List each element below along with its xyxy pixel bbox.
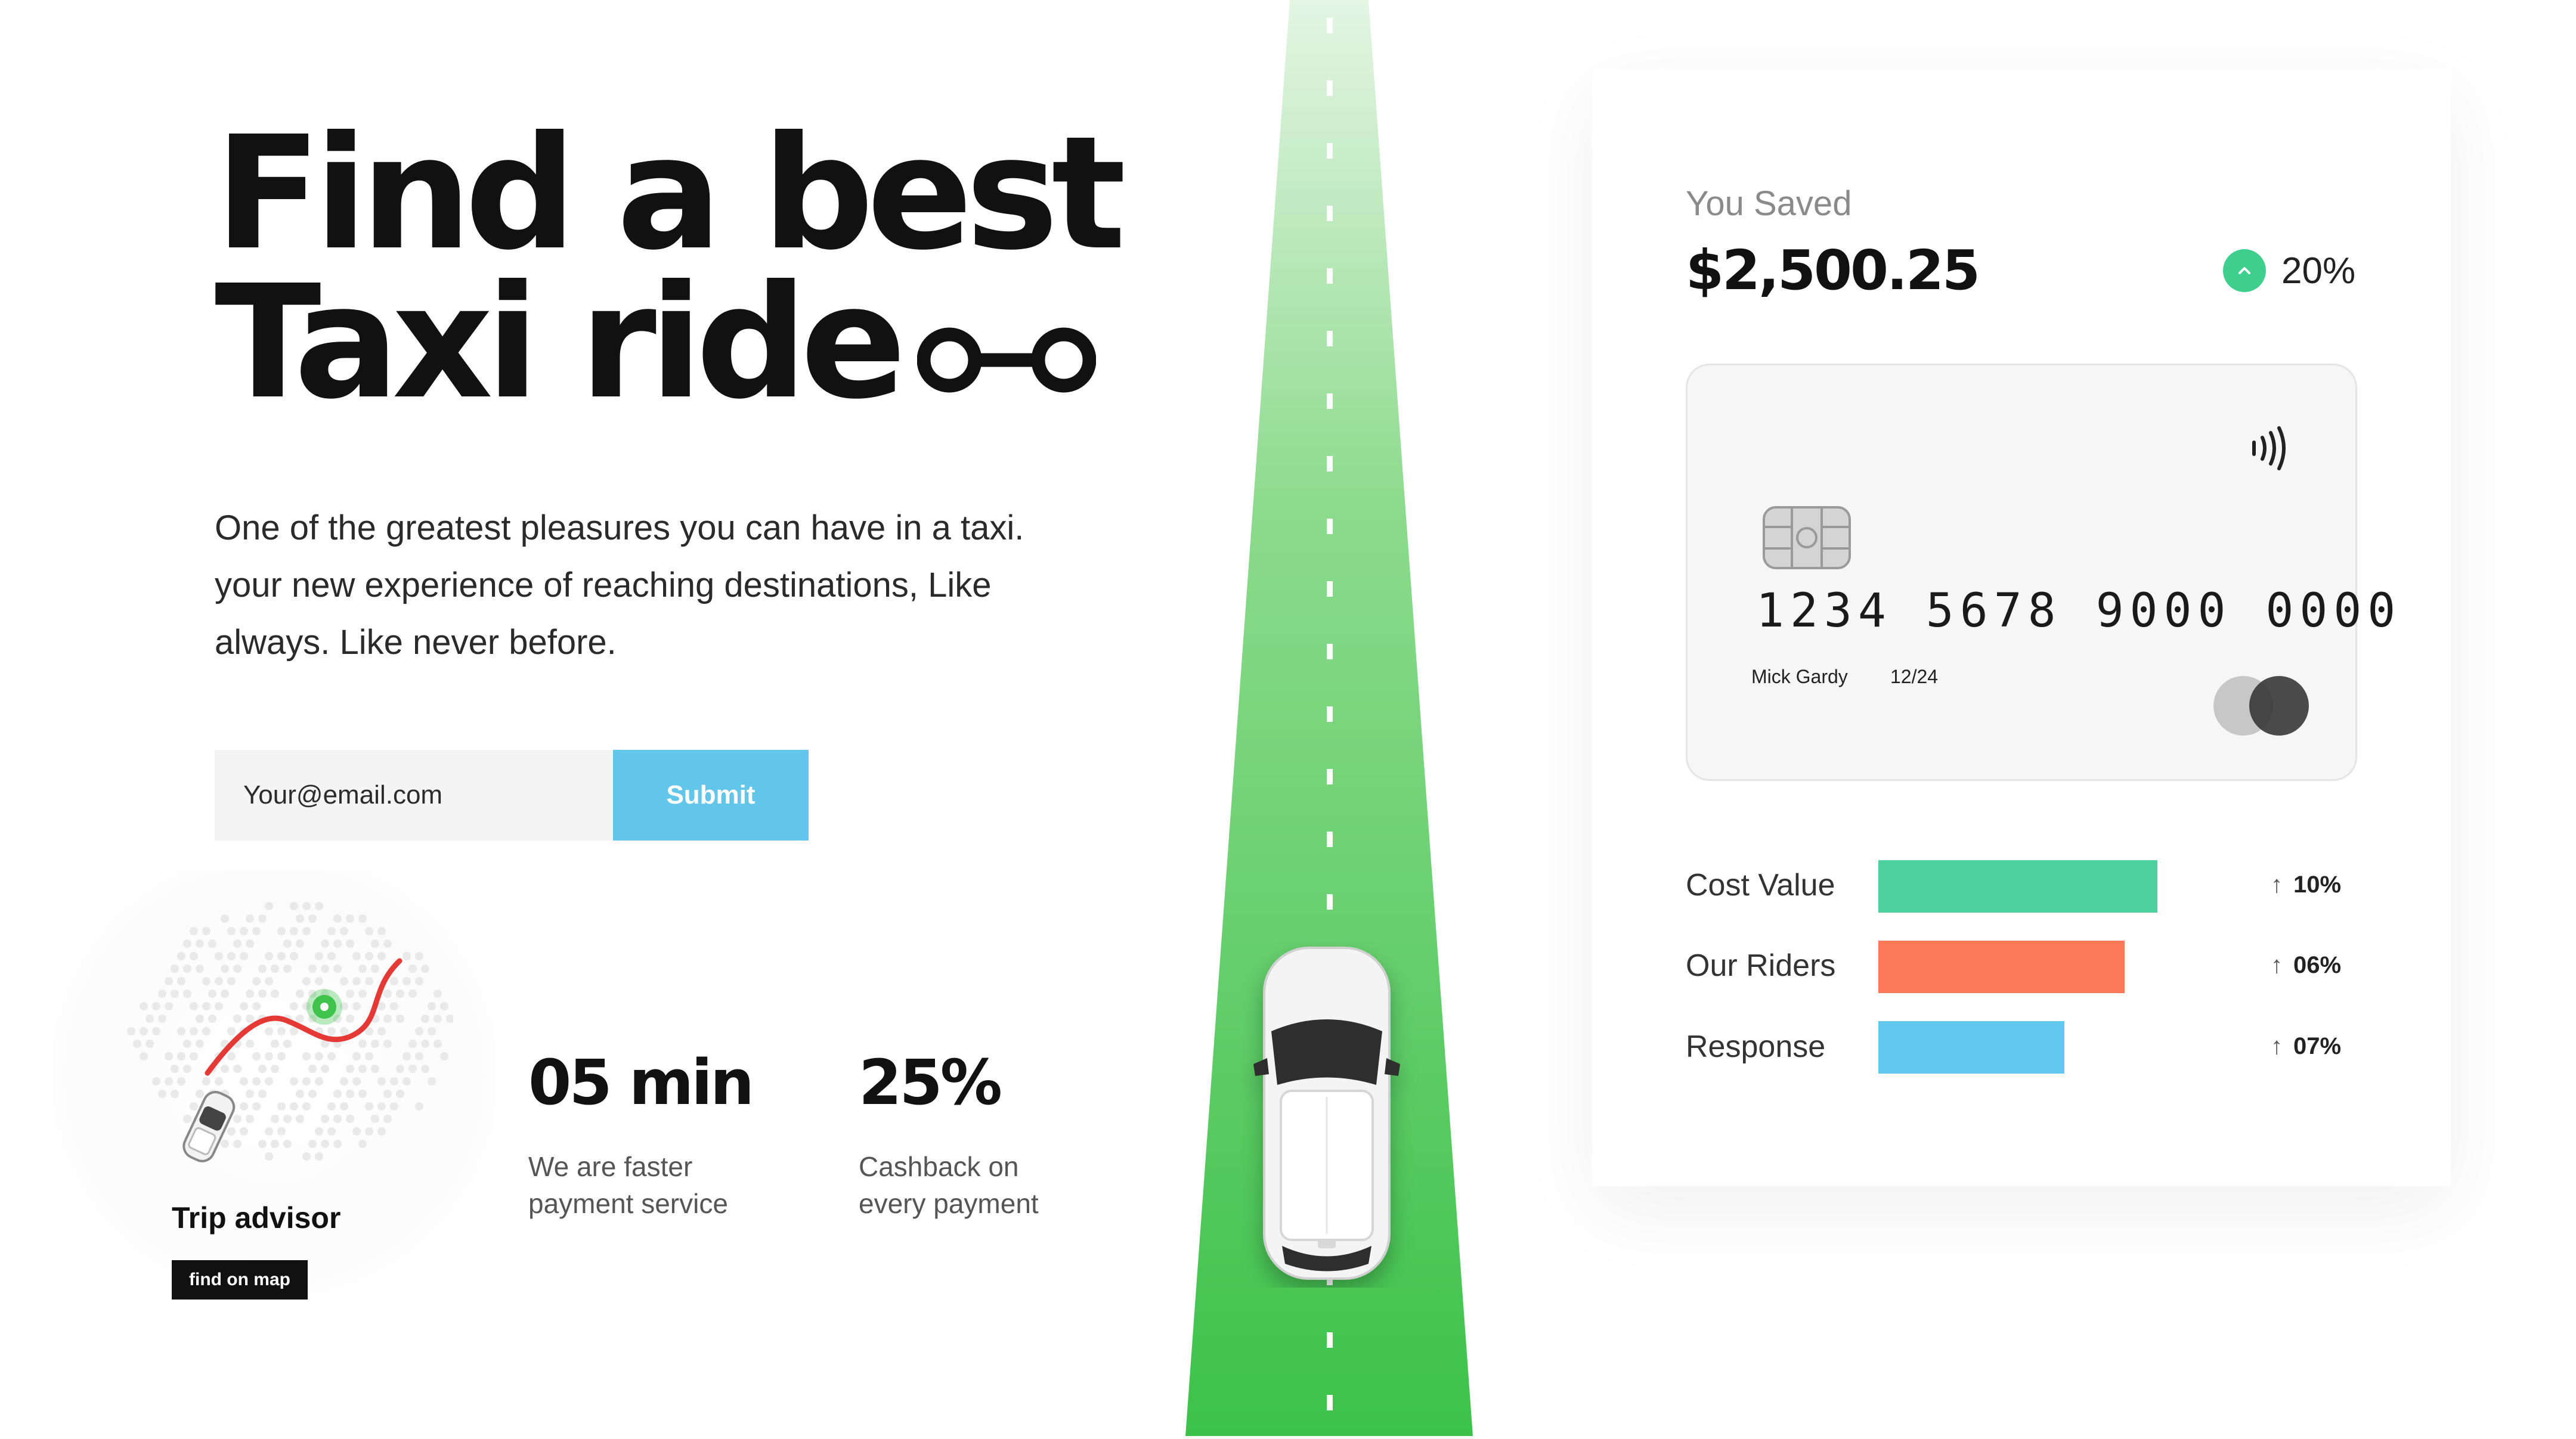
- stat-description-line: We are faster: [528, 1151, 693, 1182]
- metric-label: Response: [1686, 1029, 1826, 1064]
- stat-description: We are faster payment service: [528, 1148, 728, 1222]
- stat-description-line: payment service: [528, 1188, 728, 1219]
- mastercard-icon: [2212, 675, 2311, 740]
- email-input[interactable]: [215, 750, 613, 841]
- location-pin-icon: [303, 985, 346, 1031]
- card-holder-name: Mick Gardy: [1751, 666, 1848, 687]
- stat-value: 25%: [859, 1046, 1002, 1119]
- hero-title-line-2: Taxi ride: [215, 252, 906, 433]
- metric-change: ↑ 07%: [2271, 1033, 2341, 1060]
- metric-change: ↑ 06%: [2271, 952, 2341, 979]
- signup-form: Submit: [215, 750, 809, 841]
- stat-description-line: every payment: [859, 1188, 1039, 1219]
- metric-label: Our Riders: [1686, 948, 1836, 983]
- card-expiry: 12/24: [1890, 666, 1939, 687]
- savings-change: 20%: [2223, 249, 2355, 292]
- response-bar: [1878, 1021, 2064, 1074]
- contactless-icon: [2248, 424, 2290, 475]
- map-icon: [119, 894, 454, 1195]
- car-icon: [172, 1079, 243, 1177]
- stat-value: 05 min: [528, 1046, 754, 1119]
- metric-change-value: 10%: [2293, 872, 2342, 898]
- metric-label: Cost Value: [1686, 868, 1835, 903]
- hero-title-line-1: Find a best: [215, 103, 1126, 284]
- find-on-map-button[interactable]: find on map: [172, 1260, 308, 1300]
- arrow-up-icon: ↑: [2271, 872, 2283, 898]
- stat-description: Cashback on every payment: [859, 1148, 1039, 1222]
- hero-title-line-2-row: Taxi ride: [215, 265, 1109, 428]
- hero-title: Find a best Taxi ride: [215, 103, 1126, 428]
- car-icon: [1240, 942, 1419, 1291]
- card-number: 1234 5678 9000 0000: [1756, 584, 2402, 638]
- metric-change-value: 06%: [2293, 952, 2342, 978]
- stat-description-line: Cashback on: [859, 1151, 1019, 1182]
- arrow-up-icon: ↑: [2271, 1033, 2283, 1059]
- submit-button[interactable]: Submit: [613, 750, 809, 841]
- chip-icon: [1762, 505, 1852, 573]
- metric-change: ↑ 10%: [2271, 872, 2341, 898]
- hero-description: One of the greatest pleasures you can ha…: [215, 508, 1024, 662]
- savings-change-value: 20%: [2281, 250, 2356, 291]
- cost-value-bar: [1878, 860, 2157, 913]
- metric-change-value: 07%: [2293, 1033, 2342, 1059]
- saved-amount: $2,500.25: [1686, 238, 1980, 302]
- arrow-up-icon: ↑: [2271, 952, 2283, 978]
- our-riders-bar: [1878, 941, 2125, 993]
- saved-label: You Saved: [1686, 184, 1852, 223]
- chevron-up-icon: [2223, 249, 2266, 292]
- route-icon: [917, 271, 1097, 420]
- trip-advisor-title: Trip advisor: [172, 1201, 341, 1235]
